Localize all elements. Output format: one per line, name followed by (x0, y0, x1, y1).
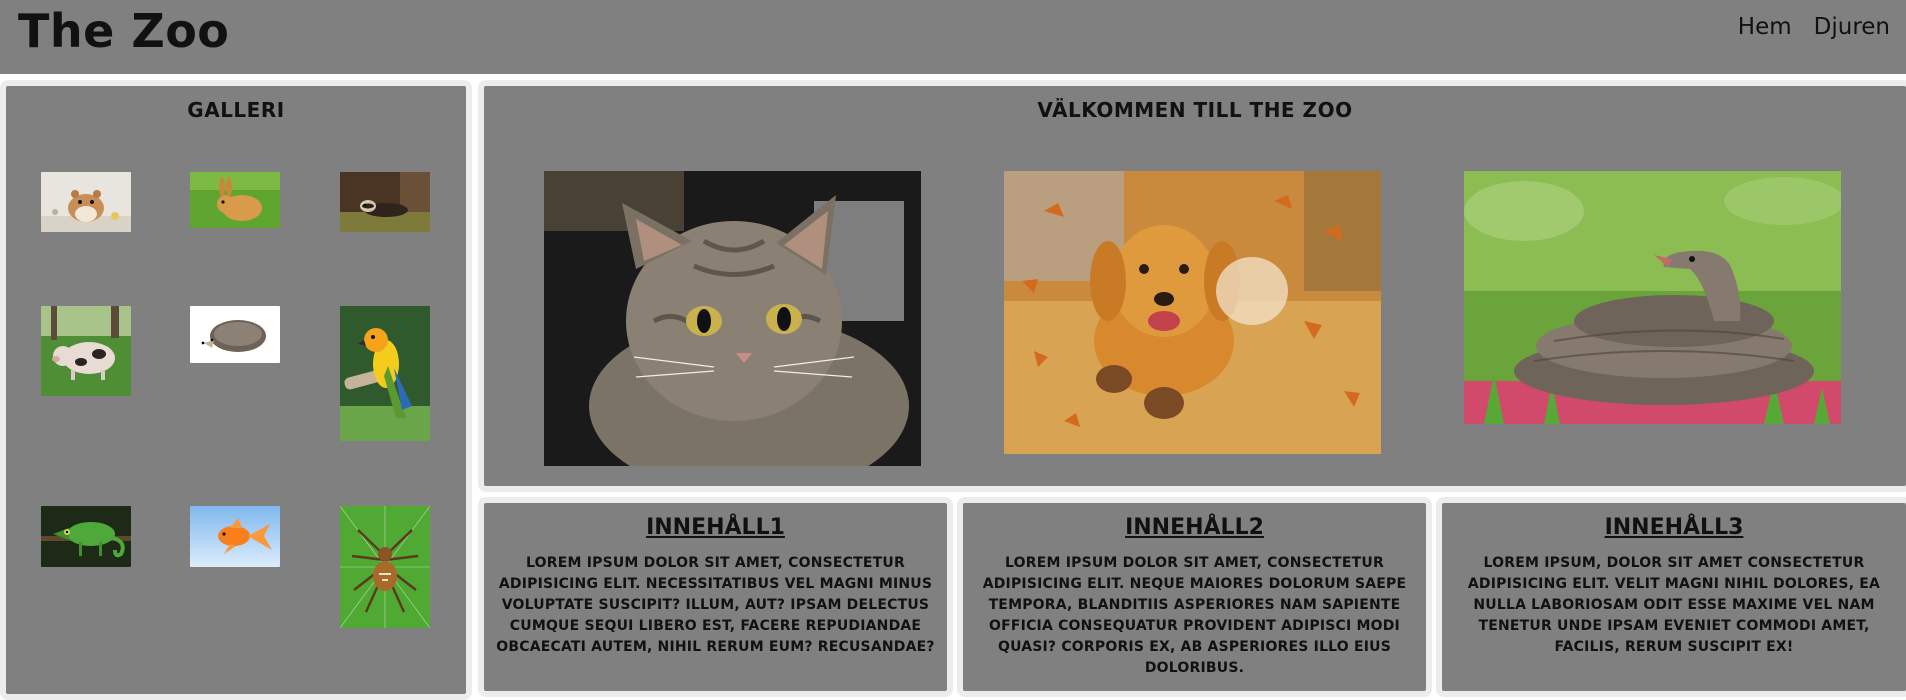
dog-image[interactable] (1004, 171, 1381, 454)
content-title-1[interactable]: INNEHÅLL1 (484, 515, 947, 540)
gallery-panel: GALLERI (0, 80, 472, 700)
main-nav: Hem Djuren (1738, 14, 1890, 40)
hamster-image[interactable] (41, 172, 131, 232)
content-text-2: Lorem ipsum dolor sit amet, consectetur … (982, 555, 1407, 676)
site-title: The Zoo (18, 4, 230, 58)
site-header: The Zoo Hem Djuren (0, 0, 1906, 74)
rabbit-image[interactable] (190, 172, 280, 228)
hedgehog-image[interactable] (190, 306, 280, 363)
content-text-3: Lorem ipsum, dolor sit amet consectetur … (1467, 555, 1881, 655)
snake-image[interactable] (1464, 171, 1841, 424)
nav-link-djuren[interactable]: Djuren (1814, 14, 1890, 40)
nav-link-hem[interactable]: Hem (1738, 14, 1792, 40)
spider-image[interactable] (340, 506, 430, 628)
parrot-image[interactable] (340, 306, 430, 441)
ferret-image[interactable] (340, 172, 430, 232)
content-title-2[interactable]: INNEHÅLL2 (963, 515, 1426, 540)
content-panel-1: INNEHÅLL1 Lorem ipsum dolor sit amet, co… (478, 497, 953, 697)
cat-image[interactable] (544, 171, 921, 466)
pig-image[interactable] (41, 306, 131, 396)
gallery-title: GALLERI (187, 98, 285, 122)
chameleon-image[interactable] (41, 506, 131, 567)
content-title-3[interactable]: INNEHÅLL3 (1442, 515, 1906, 540)
welcome-panel: VÄLKOMMEN TILL THE ZOO (478, 80, 1906, 492)
welcome-title: VÄLKOMMEN TILL THE ZOO (1037, 98, 1353, 122)
goldfish-image[interactable] (190, 506, 280, 567)
content-panel-2: INNEHÅLL2 Lorem ipsum dolor sit amet, co… (957, 497, 1432, 697)
content-text-1: Lorem ipsum dolor sit amet, consectetur … (496, 555, 935, 655)
content-panel-3: INNEHÅLL3 Lorem ipsum, dolor sit amet co… (1436, 497, 1906, 697)
